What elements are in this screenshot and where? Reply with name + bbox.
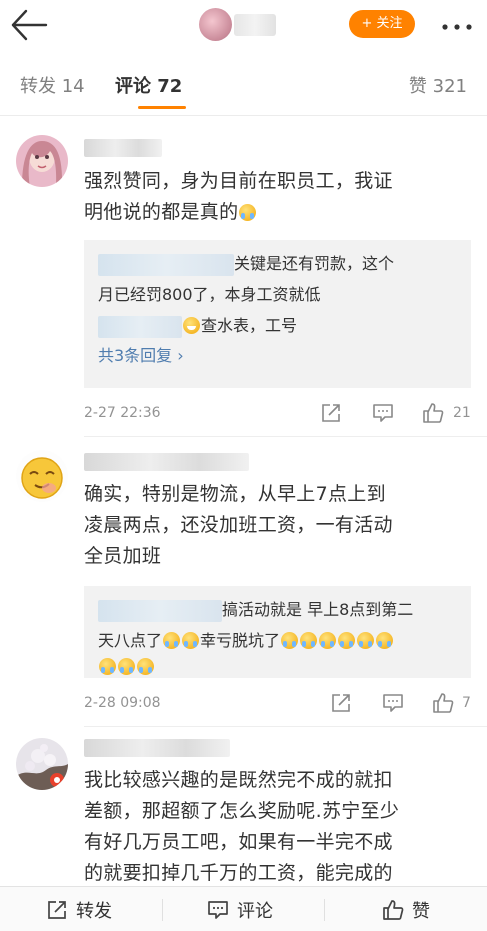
author-avatar[interactable]	[199, 8, 232, 41]
grin-emoji-icon	[183, 317, 200, 334]
comment-meta: 2-28 09:08 7	[84, 692, 476, 716]
crying-emoji-icon	[338, 632, 356, 649]
reply-text: 天八点了	[98, 631, 163, 650]
comment-label: 评论	[237, 900, 273, 922]
crying-emoji-icon	[99, 658, 116, 675]
tab-likes[interactable]: 赞 321	[409, 72, 467, 98]
reply-text: 查水表，工号	[201, 316, 298, 335]
comment-line: 明他说的都是真的	[84, 201, 239, 223]
divider	[0, 115, 487, 116]
follow-button[interactable]: + 关注	[349, 10, 415, 38]
comment-text: 强烈赞同，身为目前在职员工，我证 明他说的都是真的	[84, 166, 469, 228]
follow-label: 关注	[376, 16, 403, 31]
comment-line: 强烈赞同，身为目前在职员工，我证	[84, 170, 393, 192]
like-count: 21	[453, 405, 471, 421]
share-icon	[48, 900, 66, 919]
comment-line: 全员加班	[84, 545, 162, 567]
comment-line: 有好几万员工吧，如果有一半完不成	[84, 831, 393, 853]
comment-text: 我比较感兴趣的是既然完不成的就扣 差额，那超额了怎么奖励呢.苏宁至少 有好几万员…	[84, 765, 469, 889]
share-icon[interactable]	[330, 692, 354, 716]
crying-emoji-icon	[163, 632, 181, 649]
active-tab-indicator	[138, 106, 186, 109]
follow-plus: +	[361, 16, 373, 31]
tab-comments[interactable]: 评论 72	[115, 72, 182, 98]
commenter-name-blurred[interactable]	[84, 453, 249, 471]
more-icon[interactable]	[440, 18, 474, 30]
crying-emoji-icon	[376, 632, 394, 649]
share-icon[interactable]	[320, 402, 344, 426]
comment-button[interactable]: 评论	[207, 887, 273, 931]
thumbs-up-icon[interactable]	[432, 692, 456, 716]
like-label: 赞	[412, 900, 430, 922]
crying-emoji-icon	[118, 658, 135, 675]
crying-emoji-icon	[239, 204, 257, 221]
like-button[interactable]: 赞	[382, 887, 430, 931]
crying-emoji-icon	[300, 632, 318, 649]
repost-label: 转发	[76, 900, 112, 922]
view-more-replies-link[interactable]: 共3条回复 ›	[98, 341, 459, 371]
crying-emoji-icon	[182, 632, 200, 649]
reply-text: 关键是还有罚款，这个	[234, 254, 395, 273]
commenter-avatar[interactable]	[16, 135, 68, 187]
back-arrow-icon[interactable]	[10, 8, 50, 42]
commenter-name-blurred[interactable]	[84, 739, 230, 757]
reply-preview[interactable]: 关键是还有罚款，这个 月已经罚800了，本身工资就低 查水表，工号 共3条回复 …	[84, 240, 471, 388]
bottom-action-bar: 转发 评论 赞	[0, 886, 487, 931]
reply-text: 搞活动就是 早上8点到第二	[222, 600, 414, 619]
commenter-avatar[interactable]	[16, 450, 68, 502]
reply-text: 幸亏脱坑了	[200, 631, 281, 650]
divider	[162, 899, 163, 921]
tab-repost[interactable]: 转发 14	[20, 72, 85, 98]
crying-emoji-icon	[137, 658, 154, 675]
crying-emoji-icon	[357, 632, 375, 649]
thumbs-up-icon	[383, 899, 404, 920]
comment-icon	[208, 900, 228, 919]
divider	[84, 436, 487, 437]
tab-bar: 转发 14 评论 72 赞 321	[0, 62, 487, 112]
comment-text: 确实，特别是物流，从早上7点上到 凌晨两点，还没加班工资，一有活动 全员加班	[84, 479, 469, 572]
reply-preview[interactable]: 搞活动就是 早上8点到第二 天八点了 幸亏脱坑了	[84, 586, 471, 678]
comment-timestamp: 2-27 22:36	[84, 405, 161, 421]
reply-text: 月已经罚800了，本身工资就低	[98, 285, 321, 304]
reply-author-blurred[interactable]	[98, 253, 234, 276]
repost-button[interactable]: 转发	[46, 887, 112, 931]
comment-meta: 2-27 22:36 21	[84, 402, 476, 426]
crying-emoji-icon	[281, 632, 299, 649]
divider	[324, 899, 325, 921]
comment-line: 确实，特别是物流，从早上7点上到	[84, 483, 386, 505]
top-bar: + 关注	[0, 0, 487, 50]
reply-author-blurred[interactable]	[98, 315, 182, 338]
commenter-name-blurred[interactable]	[84, 139, 162, 157]
commenter-avatar[interactable]	[16, 738, 68, 790]
crying-emoji-icon	[319, 632, 337, 649]
comment-icon[interactable]	[372, 402, 396, 426]
reply-author-blurred[interactable]	[98, 599, 222, 622]
comment-timestamp: 2-28 09:08	[84, 695, 161, 711]
comment-line: 凌晨两点，还没加班工资，一有活动	[84, 514, 393, 536]
comment-line: 差额，那超额了怎么奖励呢.苏宁至少	[84, 800, 400, 822]
author-name-blurred[interactable]	[234, 14, 276, 36]
comment-line: 的就要扣掉几千万的工资，能完成的	[84, 862, 393, 884]
comment-line: 我比较感兴趣的是既然完不成的就扣	[84, 769, 393, 791]
divider	[84, 726, 487, 727]
thumbs-up-icon[interactable]	[422, 402, 446, 426]
comment-icon[interactable]	[382, 692, 406, 716]
like-count: 7	[462, 695, 471, 711]
